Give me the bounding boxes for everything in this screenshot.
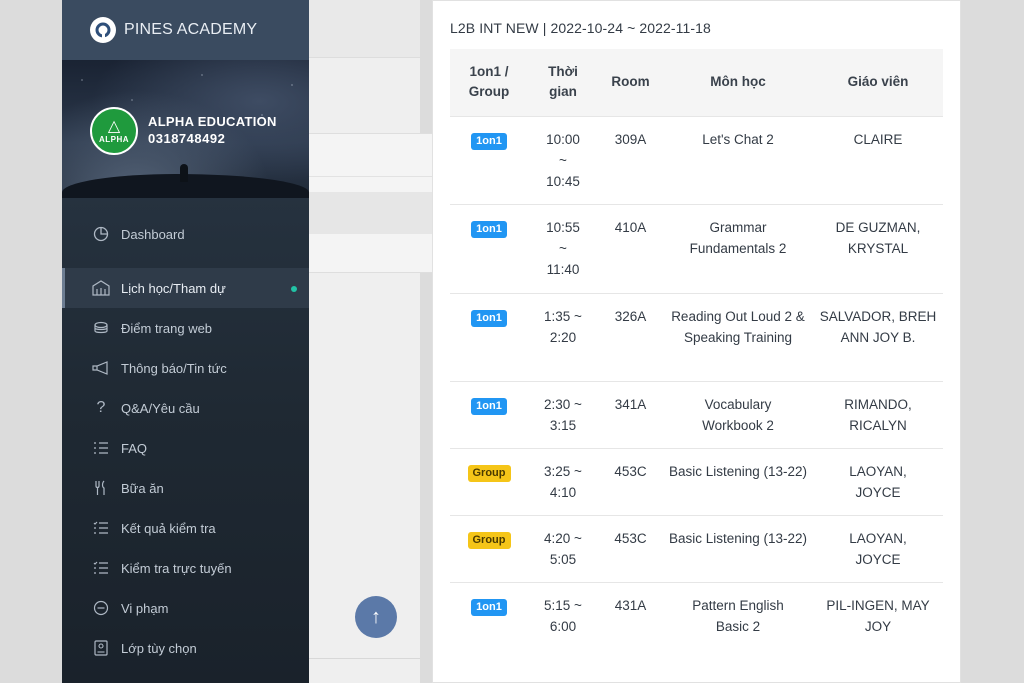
cell-teacher: DE GUZMAN, KRYSTAL [835,219,921,256]
brand-header[interactable]: PINES ACADEMY [62,0,309,60]
type-badge: 1on1 [471,598,507,616]
cell-subject: Grammar Fundamentals 2 [689,219,787,256]
cell-room: 431A [614,597,647,613]
cell-subject: Pattern English Basic 2 [692,597,784,634]
sidebar-item-online-test[interactable]: Kiểm tra trực tuyến [62,548,309,588]
minus-circle-icon [92,599,110,617]
table-row: Group 3:25 ~ 4:10 453C Basic Listening (… [450,448,943,515]
cell-time: 10:55 ~ 11:40 [546,219,580,277]
cell-room: 341A [614,396,647,412]
header-subject: Môn học [710,74,766,90]
header-type: 1on1 / Group [468,64,510,100]
alpha-logo-icon: △ [107,117,121,135]
cell-room: 453C [614,463,647,479]
active-dot [291,286,297,292]
table-row: 1on1 5:15 ~ 6:00 431A Pattern English Ba… [450,582,943,649]
cell-subject: Vocabulary Workbook 2 [702,396,774,433]
checklist-icon [92,519,110,537]
type-badge: 1on1 [471,309,507,327]
type-badge: 1on1 [471,220,507,238]
sidebar-item-dashboard[interactable]: Dashboard [62,214,309,254]
sidebar-item-optional-class[interactable]: Lớp tùy chọn [62,628,309,668]
cell-room: 453C [614,530,647,546]
pines-logo-icon [90,17,116,43]
cell-teacher: LAOYAN, JOYCE [849,530,907,567]
table-row: 1on1 10:55 ~ 11:40 410A Grammar Fundamen… [450,204,943,293]
background-field [303,192,443,234]
profile-banner: △ ALPHA ALPHA EDUCATION 0318748492 [62,60,309,198]
building-icon [92,279,110,297]
dashboard-icon [92,225,110,243]
org-phone: 0318748492 [148,131,226,146]
cell-room: 309A [614,131,647,147]
question-icon: ? [96,399,106,416]
type-badge: Group [467,531,511,549]
type-badge: Group [467,464,511,482]
sidebar-item-test-results[interactable]: Kết quả kiểm tra [62,508,309,548]
avatar[interactable]: △ ALPHA [90,107,138,155]
cell-time: 2:30 ~ 3:15 [544,396,582,433]
sidebar-item-notices[interactable]: Thông báo/Tin tức [62,348,309,388]
cell-time: 5:15 ~ 6:00 [544,597,582,634]
sidebar-item-faq[interactable]: FAQ [62,428,309,468]
cell-subject: Basic Listening (13-22) [668,530,808,546]
cell-subject: Basic Listening (13-22) [668,463,808,479]
table-row: Group 4:20 ~ 5:05 453C Basic Listening (… [450,515,943,582]
coins-icon [92,319,110,337]
table-row: 1on1 10:00 ~ 10:45 309A Let's Chat 2 CLA… [450,116,943,204]
sidebar-menu: Dashboard Lịch học/Tham dự Điểm trang we… [62,214,309,668]
sidebar-item-web-points[interactable]: Điểm trang web [62,308,309,348]
cell-room: 326A [614,308,647,324]
schedule-table: 1on1 / Group Thời gian Room Môn học Giáo… [450,49,943,649]
cell-time: 4:20 ~ 5:05 [544,530,582,567]
cell-time: 3:25 ~ 4:10 [544,463,582,500]
cell-subject: Reading Out Loud 2 & Speaking Training [671,308,805,345]
header-teacher: Giáo viên [847,74,909,90]
checklist-icon [92,559,110,577]
brand-name: PINES ACADEMY [124,21,258,38]
cell-teacher: PIL-INGEN, MAY JOY [826,597,930,634]
schedule-panel: L2B INT NEW | 2022-10-24 ~ 2022-11-18 1o… [432,0,961,683]
sidebar-item-qna[interactable]: ? Q&A/Yêu cầu [62,388,309,428]
cell-time: 1:35 ~ 2:20 [544,308,582,345]
org-name: ALPHA EDUCATION [148,114,277,129]
cell-teacher: LAOYAN, JOYCE [849,463,907,500]
table-row: 1on1 2:30 ~ 3:15 341A Vocabulary Workboo… [450,381,943,448]
table-row: 1on1 1:35 ~ 2:20 326A Reading Out Loud 2… [450,293,943,381]
scroll-to-top-button[interactable]: ↑ [355,596,397,638]
cell-subject: Let's Chat 2 [702,131,774,147]
id-card-icon [92,639,110,657]
sidebar-item-meals[interactable]: Bữa ăn [62,468,309,508]
megaphone-icon [92,359,110,377]
sidebar-item-violations[interactable]: Vi phạm [62,588,309,628]
type-badge: 1on1 [471,397,507,415]
header-time: Thời gian [548,64,578,100]
cell-time: 10:00 ~ 10:45 [546,131,580,189]
cell-teacher: RIMANDO, RICALYN [844,396,912,433]
cell-room: 410A [614,219,647,235]
list-icon [92,439,110,457]
sidebar: PINES ACADEMY △ ALPHA ALPHA EDUCATION 03… [62,0,309,683]
header-room: Room [611,74,650,90]
utensils-icon [92,479,110,497]
sidebar-item-schedule[interactable]: Lịch học/Tham dự [62,268,309,308]
cell-teacher: CLAIRE [853,131,903,147]
table-header-row: 1on1 / Group Thời gian Room Môn học Giáo… [450,49,943,116]
schedule-title: L2B INT NEW | 2022-10-24 ~ 2022-11-18 [450,20,711,36]
cell-teacher: SALVADOR, BREH ANN JOY B. [819,308,937,345]
arrow-up-icon: ↑ [371,605,381,628]
type-badge: 1on1 [471,132,507,150]
